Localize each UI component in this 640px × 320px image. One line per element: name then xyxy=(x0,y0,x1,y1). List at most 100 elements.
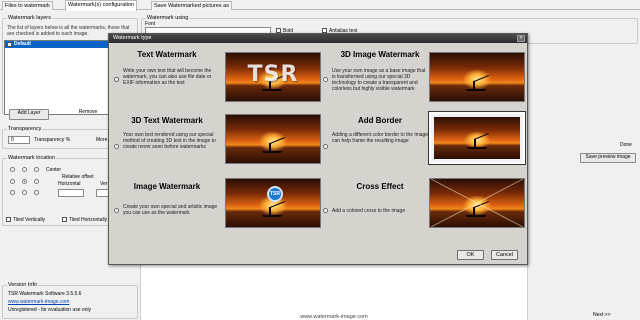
selected-radio-dot xyxy=(114,77,119,82)
layer-checkbox[interactable] xyxy=(7,42,12,47)
vertical-label: Ver xyxy=(100,181,108,187)
location-radio-center[interactable] xyxy=(22,179,27,184)
option-3d-text-watermark[interactable]: 3D Text Watermark Your own text rendered… xyxy=(109,110,321,170)
option-image-watermark[interactable]: Image Watermark Create your own special … xyxy=(109,174,321,234)
location-radio-tr[interactable] xyxy=(34,167,39,172)
rod-shape xyxy=(474,133,490,140)
option-title: 3D Image Watermark xyxy=(340,50,420,59)
option-thumbnail[interactable] xyxy=(225,114,321,164)
save-preview-label: Save preview image xyxy=(585,154,631,160)
option-description: Add a colored cross to the image xyxy=(332,208,406,214)
center-label: Center xyxy=(46,167,62,173)
option-title: Cross Effect xyxy=(356,182,404,191)
boat-shape xyxy=(261,151,282,153)
option-description: Adding a different color border to the i… xyxy=(332,132,429,144)
dialog-title: Watermark type xyxy=(113,35,152,41)
location-radio-mr[interactable] xyxy=(34,179,39,184)
option-thumbnail[interactable]: TSR xyxy=(225,178,321,228)
boat-shape xyxy=(261,215,282,217)
location-radio-bc[interactable] xyxy=(22,190,27,195)
horizontal-offset-input[interactable] xyxy=(58,189,84,197)
save-preview-button[interactable]: Save preview image xyxy=(580,153,636,163)
option-3d-image-watermark[interactable]: 3D Image Watermark Use your own image as… xyxy=(319,46,529,106)
tiled-vertically-label: Tiled Vertically xyxy=(13,217,46,223)
ok-label: OK xyxy=(466,252,475,258)
option-thumbnail[interactable] xyxy=(429,52,525,102)
add-layer-label: Add Layer xyxy=(17,110,41,116)
option-radio[interactable] xyxy=(323,208,328,213)
watermark-layers-title: Watermark layers xyxy=(7,15,52,22)
remove-layer-button[interactable]: Remove xyxy=(70,109,106,120)
tsr-text-watermark: TSR xyxy=(247,62,299,87)
add-layer-button[interactable]: Add Layer xyxy=(9,109,49,120)
sunset-image: TSR xyxy=(226,179,320,227)
registration-status: Unregistered - for evaluation use only xyxy=(8,307,92,313)
option-description: Your own text rendered using our special… xyxy=(123,132,216,150)
sunset-image: TSR xyxy=(226,53,320,101)
relative-offset-label: Relative offset xyxy=(62,174,94,180)
sunset-image xyxy=(226,115,320,163)
horizontal-label: Horizontal xyxy=(58,181,81,187)
rod-shape xyxy=(269,201,286,208)
option-description: Use your own image as a base image that … xyxy=(332,68,426,92)
option-cross-effect[interactable]: Cross Effect Add a colored cross to the … xyxy=(319,174,529,234)
option-add-border[interactable]: Add Border Adding a different color bord… xyxy=(319,110,529,170)
cancel-button[interactable]: Cancel xyxy=(491,250,518,260)
cross-effect-icon xyxy=(430,179,524,227)
cancel-label: Cancel xyxy=(495,252,514,258)
option-title: 3D Text Watermark xyxy=(131,116,203,125)
rod-shape xyxy=(473,75,490,82)
option-text-watermark[interactable]: Text Watermark Write your own text that … xyxy=(109,46,321,106)
preview-site-url: www.watermark-image.com xyxy=(300,314,368,320)
option-radio[interactable] xyxy=(323,77,328,82)
tab-bar: Files to watermark Watermark(s) configur… xyxy=(0,0,640,11)
tsr-logo-icon: TSR xyxy=(267,186,283,202)
ok-button[interactable]: OK xyxy=(457,250,484,260)
transparency-unit-label: Transparency % xyxy=(34,137,71,143)
software-version: TSR Watermark Software 3.5.5.6 xyxy=(8,291,82,297)
dialog-title-bar: Watermark type × xyxy=(109,34,527,43)
sunset-image xyxy=(430,53,524,101)
tab-save-watermarked[interactable]: Save Watermarked pictures as xyxy=(151,1,232,10)
option-title: Text Watermark xyxy=(137,50,197,59)
option-thumbnail[interactable] xyxy=(429,112,525,164)
option-radio[interactable] xyxy=(114,144,119,149)
done-label: Done xyxy=(620,142,632,148)
tab-watermark-configuration[interactable]: Watermark(s) configuration xyxy=(65,0,138,11)
tiled-horizontally-checkbox[interactable] xyxy=(62,217,67,222)
location-radio-tc[interactable] xyxy=(22,167,27,172)
boat-shape xyxy=(466,147,487,149)
tiled-vertically-checkbox[interactable] xyxy=(6,217,11,222)
option-radio[interactable] xyxy=(323,144,328,149)
close-icon[interactable]: × xyxy=(517,35,525,42)
option-thumbnail[interactable]: TSR xyxy=(225,52,321,102)
option-thumbnail[interactable] xyxy=(429,178,525,228)
layer-item-label: Default xyxy=(14,41,31,47)
fisher-shape xyxy=(473,139,476,147)
option-title: Add Border xyxy=(358,116,402,125)
location-radio-br[interactable] xyxy=(34,190,39,195)
option-description: Create your own special and artistic ima… xyxy=(123,204,218,216)
watermark-type-dialog: Watermark type × Text Watermark Write yo… xyxy=(108,33,528,265)
transparency-input[interactable]: 0 xyxy=(8,136,30,144)
website-link[interactable]: www.watermark-image.com xyxy=(8,299,69,305)
next-button[interactable]: Next >> xyxy=(593,312,611,318)
sunset-image xyxy=(434,117,520,159)
location-radio-bl[interactable] xyxy=(10,190,15,195)
tiled-horizontally-label: Tiled Horizontally xyxy=(69,217,108,223)
location-radio-ml[interactable] xyxy=(10,179,15,184)
rod-shape xyxy=(269,137,286,144)
option-radio[interactable] xyxy=(114,208,119,213)
preview-side-pane: Done Save preview image Next >> xyxy=(528,136,640,320)
location-radio-tl[interactable] xyxy=(10,167,15,172)
watermark-location-title: Watermark location xyxy=(7,155,57,162)
option-description: Write your own text that will become the… xyxy=(123,68,212,86)
version-info-title: Version Info xyxy=(7,282,39,289)
boat-shape xyxy=(465,89,486,91)
sunset-image xyxy=(430,179,524,227)
transparency-title: Transparency xyxy=(7,126,43,133)
transparency-value: 0 xyxy=(11,137,14,143)
tab-files-to-watermark[interactable]: Files to watermark xyxy=(2,1,53,10)
boat-shape xyxy=(261,89,282,91)
remove-layer-label: Remove xyxy=(78,109,98,115)
